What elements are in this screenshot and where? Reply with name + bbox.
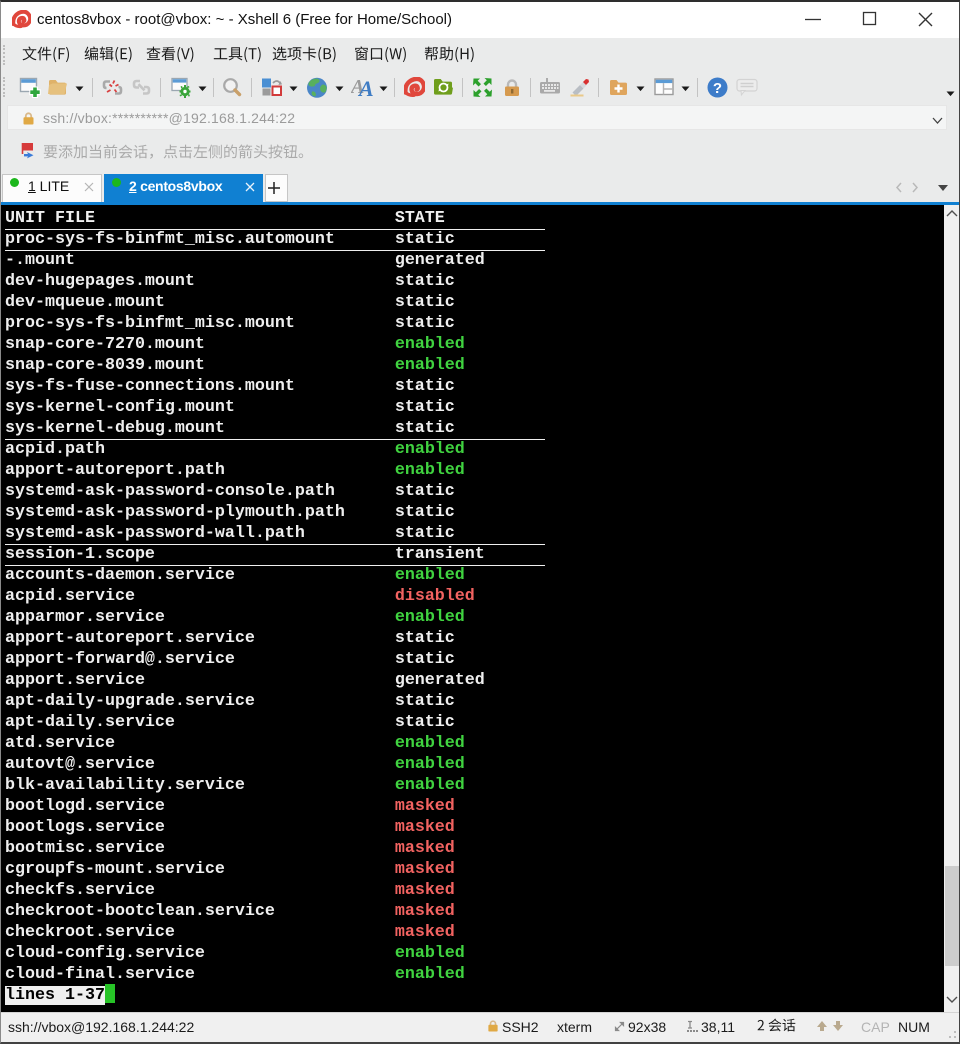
svg-text:A: A <box>357 76 374 99</box>
svg-text:?: ? <box>713 80 722 97</box>
